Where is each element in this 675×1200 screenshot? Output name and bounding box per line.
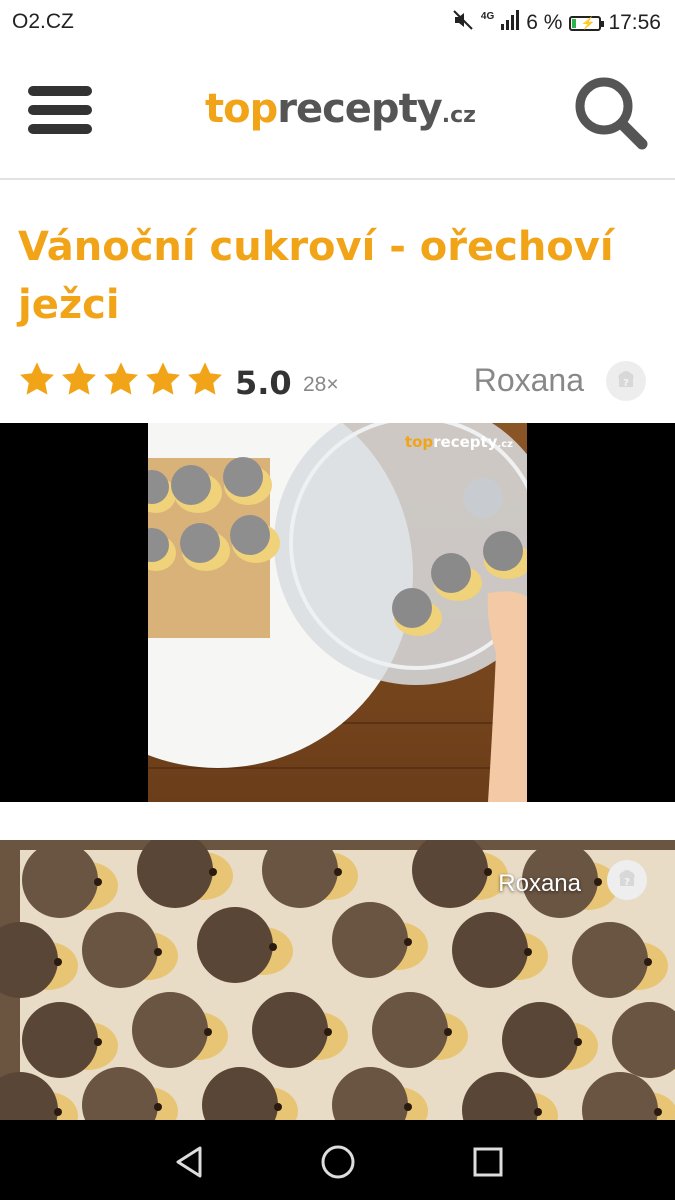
video-still-image [148, 423, 527, 802]
photo-author-name[interactable]: Roxana [498, 870, 581, 898]
site-logo[interactable]: toprecepty.cz [205, 86, 476, 132]
star-icon [188, 362, 222, 395]
rating-row: 5.0 28× Roxana ? [18, 358, 658, 408]
watermark-top: top [404, 433, 434, 451]
home-icon[interactable] [318, 1142, 358, 1182]
star-icon [146, 362, 180, 395]
network-type: 4G [480, 11, 495, 22]
system-nav-bar [0, 1120, 675, 1200]
photo-author-avatar[interactable]: ? [607, 860, 647, 900]
recipe-photo[interactable]: Roxana ? [0, 840, 675, 1120]
svg-text:?: ? [623, 378, 629, 389]
status-icons: 4G 6 % ⚡ 17:56 [452, 9, 661, 37]
signal-icon [501, 10, 520, 36]
back-icon[interactable] [170, 1142, 210, 1182]
recipe-title: Vánoční cukroví - ořechoví ježci [18, 224, 614, 328]
logo-cz-text: .cz [441, 103, 476, 128]
hamburger-menu-icon[interactable] [28, 86, 92, 136]
status-bar: O2.CZ 4G 6 % ⚡ 17:56 [0, 0, 675, 46]
star-icon [104, 362, 138, 395]
recipe-video[interactable]: toprecepty.cz [0, 423, 675, 802]
carrier-name: O2.CZ [12, 10, 74, 33]
author-name[interactable]: Roxana [474, 362, 584, 399]
rating-count: 28× [303, 373, 339, 396]
mute-icon [452, 9, 474, 37]
logo-top-text: top [205, 86, 278, 132]
star-icon [20, 362, 54, 395]
battery-charging-icon: ⚡ [569, 15, 605, 31]
recents-icon[interactable] [468, 1142, 508, 1182]
chef-hat-icon: ? [618, 371, 634, 389]
svg-text:?: ? [624, 877, 630, 888]
watermark-recepty: recepty [433, 433, 498, 451]
watermark-cz: .cz [497, 439, 513, 450]
rating-score: 5.0 [235, 364, 292, 402]
video-watermark: toprecepty.cz [405, 433, 513, 451]
logo-recepty-text: recepty [277, 86, 443, 132]
search-icon[interactable] [570, 72, 650, 152]
author-avatar[interactable]: ? [606, 361, 646, 401]
star-rating[interactable] [18, 360, 224, 398]
chef-hat-icon: ? [619, 870, 635, 888]
clock: 17:56 [608, 11, 661, 34]
battery-percent: 6 % [526, 11, 563, 34]
star-icon [62, 362, 96, 395]
video-frame: toprecepty.cz [148, 423, 527, 802]
site-header: toprecepty.cz [0, 46, 675, 180]
